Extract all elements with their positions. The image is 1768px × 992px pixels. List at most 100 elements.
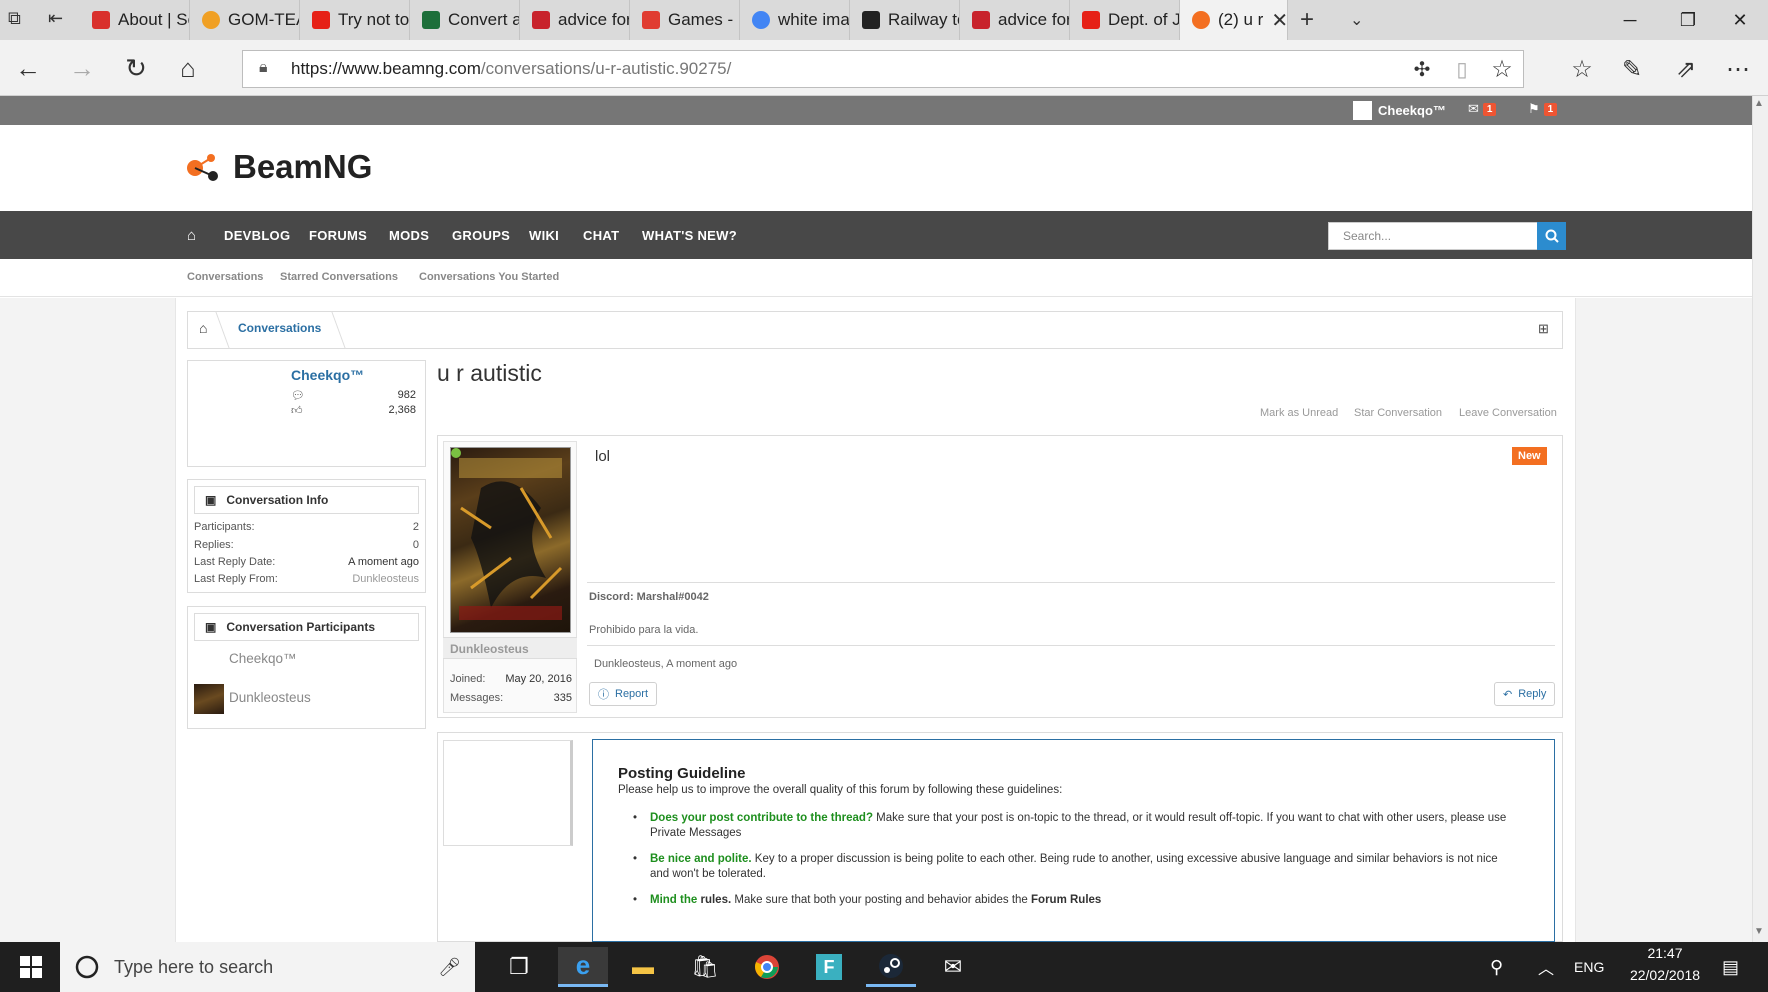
mail-icon[interactable]: ✉: [928, 947, 978, 987]
browser-tab[interactable]: advice for: [520, 0, 630, 40]
reply-button[interactable]: ↶ Reply: [1494, 682, 1556, 706]
back-icon[interactable]: ←: [10, 50, 46, 86]
steam-icon[interactable]: [866, 947, 916, 987]
more-menu-icon[interactable]: ⋯: [1718, 50, 1758, 88]
info-value-link[interactable]: Dunkleosteus: [300, 573, 419, 585]
edge-browser-icon[interactable]: e: [558, 947, 608, 987]
subnav-conversations[interactable]: Conversations: [187, 271, 263, 283]
forward-icon[interactable]: →: [64, 50, 100, 86]
guideline-item: Be nice and polite. Key to a proper disc…: [618, 852, 1508, 882]
participant-avatar[interactable]: [194, 684, 224, 714]
browser-tab[interactable]: white imag: [740, 0, 850, 40]
author-name[interactable]: Dunkleosteus: [450, 642, 529, 656]
browser-tab[interactable]: About | Sc: [80, 0, 190, 40]
visitor-name[interactable]: Cheekqo™: [291, 367, 364, 383]
browser-tab-active[interactable]: (2) u r ✕: [1180, 0, 1288, 40]
favorite-star-icon[interactable]: ☆: [1482, 50, 1522, 88]
chrome-icon[interactable]: [742, 947, 792, 987]
nav-groups[interactable]: GROUPS: [452, 211, 510, 259]
browser-tab[interactable]: Try not to: [300, 0, 410, 40]
restore-icon[interactable]: ❐: [1660, 0, 1716, 40]
nav-whats-new[interactable]: WHAT'S NEW?: [642, 211, 737, 259]
close-window-icon[interactable]: ✕: [1712, 0, 1768, 40]
browser-tab[interactable]: GOM-TEA: [190, 0, 300, 40]
post-content: lol: [595, 448, 611, 465]
favorites-hub-icon[interactable]: ☆: [1562, 50, 1602, 88]
microphone-icon[interactable]: 🎤︎: [438, 957, 461, 978]
browser-tab[interactable]: Dept. of Ju: [1070, 0, 1180, 40]
search-button[interactable]: [1537, 222, 1566, 250]
tab-favicon-icon: [532, 11, 550, 29]
forum-search-input[interactable]: Search...: [1328, 222, 1538, 250]
mark-unread-link[interactable]: Mark as Unread: [1260, 407, 1338, 419]
sitemap-icon[interactable]: ⊞: [1538, 321, 1549, 337]
language-indicator[interactable]: ENG: [1574, 942, 1604, 992]
store-icon[interactable]: 🛍︎: [680, 947, 730, 987]
url-text: https://www.beamng.com/conversations/u-r…: [291, 59, 732, 78]
clock-date[interactable]: 22/02/2018: [1617, 967, 1713, 983]
minimize-icon[interactable]: ─: [1602, 0, 1658, 40]
nav-devblog[interactable]: DEVBLOG: [224, 211, 290, 259]
likes-count: 2,368: [388, 404, 416, 416]
beamng-logo-icon: [187, 154, 218, 181]
reading-view-icon[interactable]: ▯: [1442, 50, 1482, 88]
clock-time[interactable]: 21:47: [1625, 945, 1705, 961]
web-note-icon[interactable]: ✎: [1612, 50, 1652, 88]
url-field[interactable]: 🔒︎ https://www.beamng.com/conversations/…: [242, 50, 1524, 88]
participant-name[interactable]: Dunkleosteus: [229, 690, 311, 705]
forum-rules-link[interactable]: Forum Rules: [1031, 894, 1101, 906]
author-avatar[interactable]: [450, 447, 571, 633]
home-icon[interactable]: ⌂: [170, 50, 206, 86]
inbox-count-badge: 1: [1482, 102, 1497, 116]
browser-tab[interactable]: advice for: [960, 0, 1070, 40]
new-tab-button[interactable]: +: [1300, 6, 1314, 34]
set-aside-tabs-icon[interactable]: ⇤: [48, 8, 72, 32]
post-meta-divider: [587, 645, 1555, 646]
people-icon[interactable]: ⚲: [1490, 942, 1503, 992]
cortana-icon: [75, 955, 99, 979]
likes-icon: 👍︎: [291, 405, 303, 417]
conversation-info-header: ▣ Conversation Info: [194, 486, 419, 514]
participant-name[interactable]: Cheekqo™: [229, 651, 297, 666]
close-tab-icon[interactable]: ✕: [1271, 8, 1287, 33]
nav-home-icon[interactable]: ⌂: [187, 211, 196, 259]
nav-wiki[interactable]: WIKI: [529, 211, 559, 259]
messages-icon: 💬︎: [291, 390, 305, 402]
scroll-up-icon[interactable]: ▲: [1754, 98, 1764, 109]
nav-forums[interactable]: FORUMS: [309, 211, 367, 259]
tray-chevron-icon[interactable]: ︿: [1538, 942, 1554, 992]
inbox-link[interactable]: ✉ 1: [1468, 101, 1497, 117]
site-logo[interactable]: BeamNG: [185, 148, 372, 186]
share-icon[interactable]: ⇗: [1666, 50, 1706, 88]
collapse-icon[interactable]: ▣: [205, 620, 216, 634]
page-scrollbar[interactable]: [1752, 96, 1768, 942]
action-center-icon[interactable]: ▤: [1722, 942, 1739, 992]
taskbar-search[interactable]: Type here to search 🎤︎: [60, 942, 475, 992]
alerts-link[interactable]: ⚑ 1: [1528, 101, 1558, 117]
breadcrumb-home-icon[interactable]: ⌂: [199, 320, 207, 336]
leave-conversation-link[interactable]: Leave Conversation: [1459, 407, 1557, 419]
page-title: u r autistic: [437, 360, 542, 386]
subnav-started[interactable]: Conversations You Started: [419, 271, 559, 283]
f-app-icon[interactable]: F: [804, 947, 854, 987]
breadcrumb-conversations[interactable]: Conversations: [238, 321, 321, 335]
extension-icon[interactable]: ✣: [1402, 50, 1442, 88]
account-link[interactable]: Cheekqo™: [1353, 100, 1446, 121]
browser-tab[interactable]: Railway to: [850, 0, 960, 40]
browser-tab[interactable]: Convert ar: [410, 0, 520, 40]
report-button[interactable]: ⓘ Report: [589, 682, 658, 706]
nav-chat[interactable]: CHAT: [583, 211, 619, 259]
refresh-icon[interactable]: ↻: [118, 50, 154, 86]
tab-preview-icon[interactable]: ⌄: [1350, 10, 1363, 30]
windows-start-icon[interactable]: [6, 947, 56, 987]
subnav-starred[interactable]: Starred Conversations: [280, 271, 398, 283]
tab-favicon-icon: [1082, 11, 1100, 29]
browser-tab[interactable]: Games - R: [630, 0, 740, 40]
tab-manager-icon[interactable]: ⧉: [8, 8, 32, 32]
task-view-icon[interactable]: ❐: [494, 947, 544, 987]
star-conversation-link[interactable]: Star Conversation: [1354, 407, 1442, 419]
scroll-down-icon[interactable]: ▼: [1754, 926, 1764, 937]
nav-mods[interactable]: MODS: [389, 211, 429, 259]
file-explorer-icon[interactable]: ▬: [618, 947, 668, 987]
collapse-icon[interactable]: ▣: [205, 493, 216, 507]
